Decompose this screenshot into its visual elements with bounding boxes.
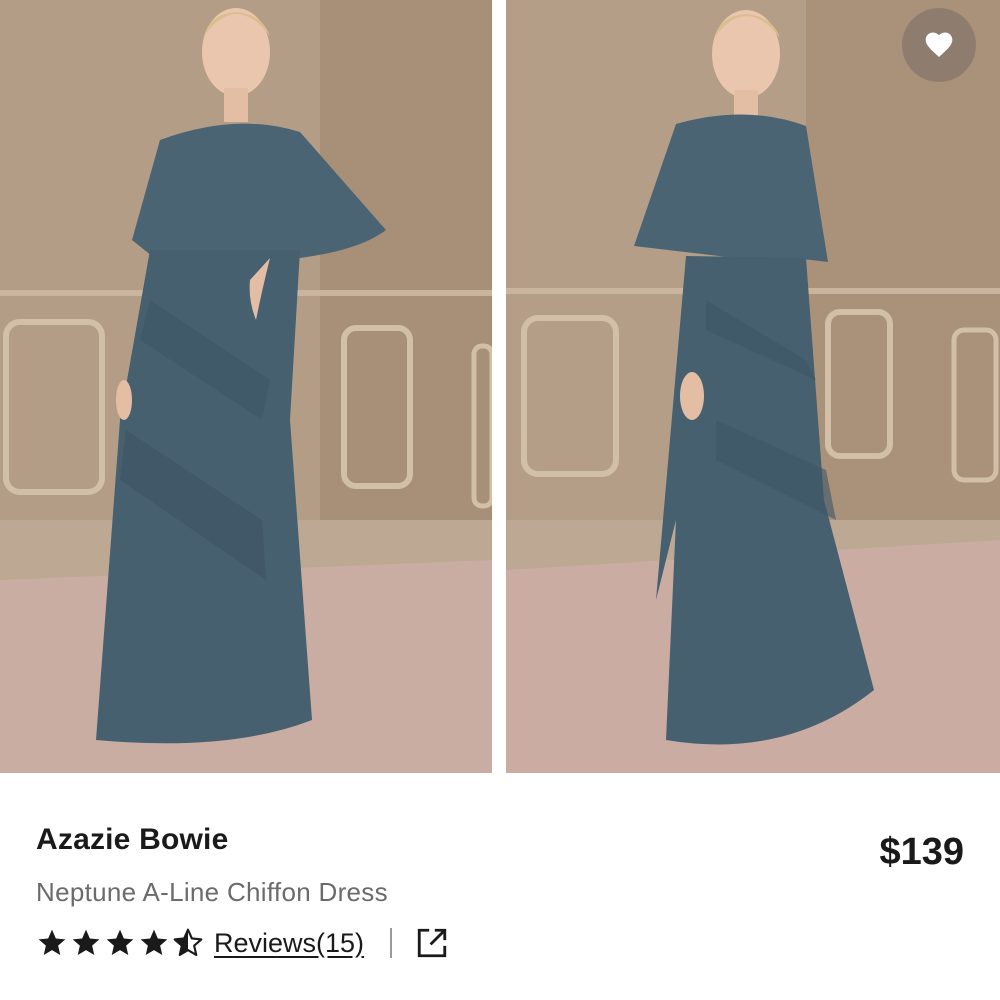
reviews-link[interactable]: Reviews(15) xyxy=(214,928,364,959)
star-rating xyxy=(36,927,204,959)
rating-row: Reviews(15) xyxy=(36,923,450,963)
star-half-icon xyxy=(173,928,203,957)
product-title: Neptune A-Line Chiffon Dress xyxy=(36,877,388,907)
product-photo-angled[interactable] xyxy=(506,0,1000,773)
star-filled-icon xyxy=(140,929,168,955)
star-filled-icon xyxy=(38,929,66,955)
star-filled-icon xyxy=(72,929,100,955)
product-brand[interactable]: Azazie Bowie xyxy=(36,823,228,857)
heart-icon xyxy=(925,32,953,57)
product-gallery xyxy=(0,0,1000,773)
product-info: Azazie Bowie Neptune A-Line Chiffon Dres… xyxy=(0,773,1000,1000)
external-link-icon xyxy=(417,928,447,958)
dress-photo-angled xyxy=(506,0,1000,773)
product-price: $139 xyxy=(879,831,964,873)
product-photo-front[interactable] xyxy=(0,0,492,773)
favorite-button[interactable] xyxy=(902,8,976,82)
divider xyxy=(390,928,393,958)
dress-photo-front xyxy=(0,0,492,773)
share-button[interactable] xyxy=(414,925,450,961)
star-filled-icon xyxy=(106,929,134,955)
